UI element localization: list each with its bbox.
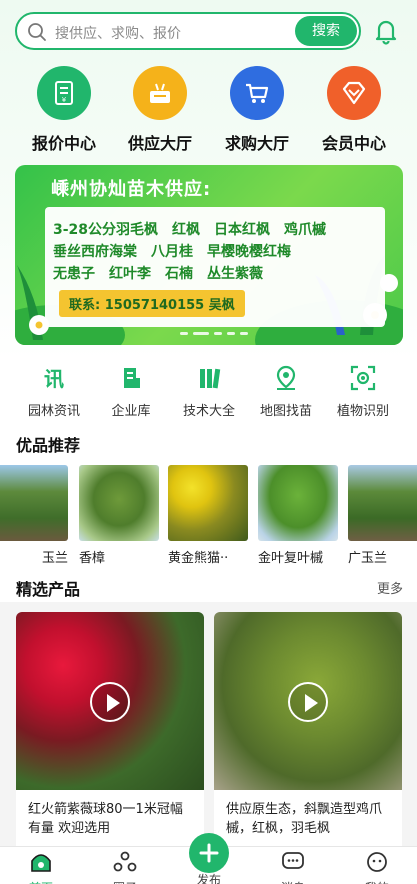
recommend-carousel[interactable]: 玉兰 香樟 黄金熊猫·· 金叶复叶槭 广玉兰: [0, 465, 417, 565]
recommend-label: 金叶复叶槭: [258, 551, 324, 565]
play-icon[interactable]: [288, 682, 328, 722]
play-icon[interactable]: [90, 682, 130, 722]
sub-nav-label: 技术大全: [182, 404, 235, 419]
product-title: 供应原生态，斜飘造型鸡爪槭，红枫，羽毛枫: [226, 802, 383, 836]
shopping-cart-icon: [230, 66, 284, 120]
banner-line: 垂丝西府海棠 八月桂 早樱晚樱红梅: [53, 244, 291, 260]
main-nav: ¥ 报价中心 供应大厅 求购大厅 会员中心: [0, 66, 417, 156]
recommend-item[interactable]: 黄金熊猫··: [168, 465, 248, 565]
sub-nav: 讯 园林资讯 企业库 技术大全 地图找苗 植物识别: [0, 364, 417, 424]
product-thumbnail: [168, 465, 248, 541]
product-video-thumbnail: [214, 612, 402, 790]
sub-nav-label: 企业库: [111, 404, 151, 419]
tab-profile[interactable]: 我的: [347, 851, 407, 884]
banner-contact: 联系: 15057140155 吴枫: [59, 290, 245, 317]
product-video-thumbnail: [16, 612, 204, 790]
search-icon: [28, 23, 46, 41]
sub-nav-label: 园林资讯: [27, 404, 80, 419]
recommend-label: 玉兰: [41, 551, 68, 565]
plant-scan-icon: [323, 364, 403, 392]
sub-nav-map[interactable]: 地图找苗: [246, 364, 326, 419]
search-placeholder: 搜供应、求购、报价: [55, 26, 181, 42]
sub-nav-label: 植物识别: [336, 404, 389, 419]
product-card[interactable]: 供应原生态，斜飘造型鸡爪槭，红枫，羽毛枫: [214, 612, 402, 852]
sub-nav-news[interactable]: 讯 园林资讯: [14, 364, 94, 419]
price-sheet-icon: ¥: [37, 66, 91, 120]
recommend-item[interactable]: 广玉兰: [348, 465, 417, 565]
supply-box-icon: [133, 66, 187, 120]
section-title-products: 精选产品: [16, 580, 81, 599]
recommend-label: 广玉兰: [348, 551, 388, 565]
news-icon: 讯: [14, 364, 94, 392]
nav-member-center[interactable]: 会员中心: [309, 66, 399, 154]
nav-label: 供应大厅: [127, 134, 192, 153]
publish-button[interactable]: [189, 833, 229, 873]
tab-label: 圈子: [95, 879, 155, 884]
plus-icon: [199, 843, 219, 863]
nav-supply-hall[interactable]: 供应大厅: [115, 66, 205, 154]
books-icon: [169, 364, 249, 392]
nav-price-center[interactable]: ¥ 报价中心: [19, 66, 109, 154]
carousel-indicator: [180, 320, 253, 339]
sub-nav-company[interactable]: 企业库: [91, 364, 171, 419]
recommend-item[interactable]: 香樟: [79, 465, 159, 565]
svg-text:讯: 讯: [44, 367, 64, 390]
home-icon: [31, 854, 51, 872]
sub-nav-plant-id[interactable]: 植物识别: [323, 364, 403, 419]
product-card[interactable]: 红火箭紫薇球80一1米冠幅有量 欢迎选用: [16, 612, 204, 852]
message-icon: [282, 852, 304, 869]
product-thumbnail: [79, 465, 159, 541]
recommend-label: 黄金熊猫··: [168, 551, 229, 565]
banner-title: 嵊州协灿苗木供应:: [51, 179, 212, 200]
more-link[interactable]: 更多: [377, 578, 403, 597]
profile-icon: [367, 852, 387, 872]
tab-label: 消息: [263, 879, 323, 884]
search-input[interactable]: 搜供应、求购、报价 搜索: [15, 12, 361, 50]
section-title-recommend: 优品推荐: [16, 436, 81, 455]
nav-label: 报价中心: [31, 134, 96, 153]
search-button[interactable]: 搜索: [295, 16, 357, 46]
tab-home[interactable]: 首页: [11, 851, 71, 884]
bell-icon[interactable]: [371, 16, 401, 46]
nav-label: 求购大厅: [224, 134, 289, 153]
tab-label: 首页: [11, 879, 71, 884]
tab-circle[interactable]: 圈子: [95, 851, 155, 884]
product-thumbnail: [0, 465, 68, 541]
banner-line: 3-28公分羽毛枫 红枫 日本红枫 鸡爪槭: [53, 222, 327, 238]
company-icon: [91, 364, 171, 392]
product-thumbnail: [258, 465, 338, 541]
recommend-item[interactable]: 玉兰: [0, 465, 68, 565]
diamond-icon: [327, 66, 381, 120]
svg-text:¥: ¥: [62, 96, 67, 104]
sub-nav-label: 地图找苗: [259, 404, 312, 419]
search-row: 搜供应、求购、报价 搜索: [15, 12, 405, 52]
promo-banner[interactable]: 嵊州协灿苗木供应: 3-28公分羽毛枫 红枫 日本红枫 鸡爪槭 垂丝西府海棠 八…: [15, 165, 403, 345]
circle-icon: [113, 851, 137, 872]
recommend-item[interactable]: 金叶复叶槭: [258, 465, 338, 565]
sub-nav-tech[interactable]: 技术大全: [169, 364, 249, 419]
map-pin-icon: [246, 364, 326, 392]
tab-label: 我的: [347, 879, 407, 884]
nav-label: 会员中心: [321, 134, 386, 153]
banner-line: 无患子 红叶李 石楠 丛生紫薇: [53, 266, 263, 282]
tab-messages[interactable]: 消息: [263, 851, 323, 884]
nav-purchase-hall[interactable]: 求购大厅: [212, 66, 302, 154]
product-thumbnail: [348, 465, 417, 541]
product-title: 红火箭紫薇球80一1米冠幅有量 欢迎选用: [28, 802, 183, 836]
recommend-label: 香樟: [79, 551, 106, 565]
